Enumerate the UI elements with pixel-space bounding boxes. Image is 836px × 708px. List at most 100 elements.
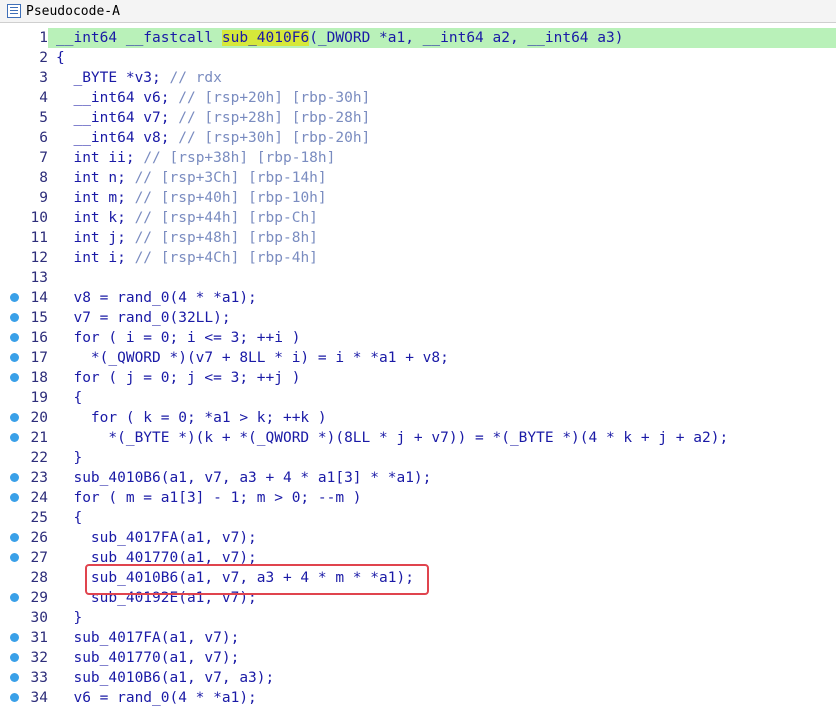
code-line[interactable]: 24 for ( m = a1[3] - 1; m > 0; --m ) — [0, 488, 836, 508]
code-text[interactable]: sub_4010B6(a1, v7, a3); — [56, 668, 274, 688]
code-line[interactable]: 1 __int64 __fastcall sub_4010F6(_DWORD *a… — [0, 28, 836, 48]
code-text[interactable]: sub_4017FA(a1, v7); — [56, 528, 257, 548]
code-statement: sub_4017FA(a1, v7); — [56, 630, 240, 646]
code-statement: __int64 v7; — [56, 110, 179, 126]
code-line[interactable]: 18 for ( j = 0; j <= 3; ++j ) — [0, 368, 836, 388]
code-line[interactable]: 3 _BYTE *v3; // rdx — [0, 68, 836, 88]
code-line[interactable]: 30 } — [0, 608, 836, 628]
code-comment: // [rsp+44h] [rbp-Ch] — [134, 210, 318, 226]
code-text[interactable]: __int64 v8; // [rsp+30h] [rbp-20h] — [56, 128, 370, 148]
code-comment: // [rsp+3Ch] [rbp-14h] — [134, 170, 327, 186]
line-number: 1 — [0, 28, 48, 48]
code-line[interactable]: 32 sub_401770(a1, v7); — [0, 648, 836, 668]
code-line[interactable]: 25 { — [0, 508, 836, 528]
code-comment: // [rsp+28h] [rbp-28h] — [178, 110, 371, 126]
code-line[interactable]: 14 v8 = rand_0(4 * *a1); — [0, 288, 836, 308]
code-text[interactable]: for ( i = 0; i <= 3; ++i ) — [56, 328, 300, 348]
code-statement: } — [56, 610, 83, 626]
code-text[interactable]: int k; // [rsp+44h] [rbp-Ch] — [56, 208, 318, 228]
code-statement: for ( m = a1[3] - 1; m > 0; --m ) — [56, 490, 362, 506]
code-comment: // rdx — [169, 70, 222, 86]
code-statement: sub_401770(a1, v7); — [56, 650, 240, 666]
line-number: 23 — [30, 470, 48, 486]
code-statement: { — [56, 50, 65, 66]
pseudocode-editor[interactable]: 1 __int64 __fastcall sub_4010F6(_DWORD *a… — [0, 28, 836, 708]
code-text[interactable]: for ( m = a1[3] - 1; m > 0; --m ) — [56, 488, 362, 508]
code-text[interactable]: int i; // [rsp+4Ch] [rbp-4h] — [56, 248, 317, 268]
code-text[interactable]: *(_QWORD *)(v7 + 8LL * i) = i * *a1 + v8… — [56, 348, 449, 368]
code-line[interactable]: 33 sub_4010B6(a1, v7, a3); — [0, 668, 836, 688]
code-text[interactable]: __int64 v6; // [rsp+20h] [rbp-30h] — [56, 88, 370, 108]
code-text[interactable]: v7 = rand_0(32LL); — [56, 308, 231, 328]
line-number: 5 — [39, 110, 48, 126]
line-number: 10 — [30, 210, 48, 226]
code-line[interactable]: 34 v6 = rand_0(4 * *a1); — [0, 688, 836, 708]
code-text[interactable]: } — [56, 448, 82, 468]
line-number: 6 — [39, 130, 48, 146]
window-titlebar: Pseudocode-A — [0, 0, 836, 23]
code-line[interactable]: 2{ — [0, 48, 836, 68]
code-line[interactable]: 13 — [0, 268, 836, 288]
code-line[interactable]: 16 for ( i = 0; i <= 3; ++i ) — [0, 328, 836, 348]
code-line[interactable]: 22 } — [0, 448, 836, 468]
code-text[interactable]: _BYTE *v3; // rdx — [56, 68, 222, 88]
code-statement: v6 = rand_0(4 * *a1); — [56, 690, 257, 706]
code-comment: // [rsp+48h] [rbp-8h] — [134, 230, 318, 246]
code-text[interactable]: int j; // [rsp+48h] [rbp-8h] — [56, 228, 318, 248]
code-text[interactable]: { — [56, 388, 82, 408]
code-comment: // [rsp+40h] [rbp-10h] — [134, 190, 327, 206]
line-number: 24 — [30, 490, 48, 506]
code-text[interactable]: int n; // [rsp+3Ch] [rbp-14h] — [56, 168, 327, 188]
code-text[interactable]: __int64 v7; // [rsp+28h] [rbp-28h] — [56, 108, 370, 128]
line-number: 14 — [30, 290, 48, 306]
code-line[interactable]: 5 __int64 v7; // [rsp+28h] [rbp-28h] — [0, 108, 836, 128]
code-text[interactable]: sub_401770(a1, v7); — [56, 648, 239, 668]
code-line[interactable]: 31 sub_4017FA(a1, v7); — [0, 628, 836, 648]
line-number: 28 — [30, 570, 48, 586]
code-line[interactable]: 8 int n; // [rsp+3Ch] [rbp-14h] — [0, 168, 836, 188]
code-statement: sub_4010B6(a1, v7, a3 + 4 * a1[3] * *a1)… — [56, 470, 432, 486]
window-title: Pseudocode-A — [26, 3, 120, 19]
code-text[interactable]: } — [56, 608, 82, 628]
code-line[interactable]: 7 int ii; // [rsp+38h] [rbp-18h] — [0, 148, 836, 168]
pseudocode-window-icon — [7, 4, 21, 18]
code-statement: sub_4010B6(a1, v7, a3); — [56, 670, 275, 686]
line-number: 20 — [30, 410, 48, 426]
code-statement: __int64 v8; — [56, 130, 179, 146]
code-text[interactable]: int ii; // [rsp+38h] [rbp-18h] — [56, 148, 335, 168]
code-line[interactable]: 17 *(_QWORD *)(v7 + 8LL * i) = i * *a1 +… — [0, 348, 836, 368]
line-number: 7 — [39, 150, 48, 166]
code-line[interactable]: 23 sub_4010B6(a1, v7, a3 + 4 * a1[3] * *… — [0, 468, 836, 488]
line-number: 8 — [39, 170, 48, 186]
code-text[interactable]: __int64 __fastcall sub_4010F6(_DWORD *a1… — [56, 28, 623, 48]
code-statement: *(_QWORD *)(v7 + 8LL * i) = i * *a1 + v8… — [56, 350, 449, 366]
code-line[interactable]: 11 int j; // [rsp+48h] [rbp-8h] — [0, 228, 836, 248]
code-text[interactable]: int m; // [rsp+40h] [rbp-10h] — [56, 188, 327, 208]
code-line[interactable]: 9 int m; // [rsp+40h] [rbp-10h] — [0, 188, 836, 208]
code-line[interactable]: 19 { — [0, 388, 836, 408]
code-text[interactable]: for ( k = 0; *a1 > k; ++k ) — [56, 408, 327, 428]
code-line[interactable]: 15 v7 = rand_0(32LL); — [0, 308, 836, 328]
code-text[interactable]: v8 = rand_0(4 * *a1); — [56, 288, 257, 308]
code-statement: __int64 v6; — [56, 90, 179, 106]
code-line[interactable]: 4 __int64 v6; // [rsp+20h] [rbp-30h] — [0, 88, 836, 108]
line-number: 11 — [30, 230, 48, 246]
code-text[interactable]: v6 = rand_0(4 * *a1); — [56, 688, 257, 708]
line-number: 26 — [30, 530, 48, 546]
code-text[interactable]: sub_4010B6(a1, v7, a3 + 4 * a1[3] * *a1)… — [56, 468, 431, 488]
code-line[interactable]: 20 for ( k = 0; *a1 > k; ++k ) — [0, 408, 836, 428]
code-line[interactable]: 10 int k; // [rsp+44h] [rbp-Ch] — [0, 208, 836, 228]
code-statement: v7 = rand_0(32LL); — [56, 310, 231, 326]
code-statement: v8 = rand_0(4 * *a1); — [56, 290, 257, 306]
code-text[interactable]: { — [56, 48, 65, 68]
code-text[interactable]: sub_4017FA(a1, v7); — [56, 628, 239, 648]
code-line[interactable]: 26 sub_4017FA(a1, v7); — [0, 528, 836, 548]
code-line[interactable]: 6 __int64 v8; // [rsp+30h] [rbp-20h] — [0, 128, 836, 148]
code-line[interactable]: 12 int i; // [rsp+4Ch] [rbp-4h] — [0, 248, 836, 268]
code-text[interactable]: for ( j = 0; j <= 3; ++j ) — [56, 368, 300, 388]
function-name-highlight[interactable]: sub_4010F6 — [221, 30, 310, 46]
code-fragment: __int64 __fastcall — [56, 30, 222, 46]
code-text[interactable]: *(_BYTE *)(k + *(_QWORD *)(8LL * j + v7)… — [56, 428, 728, 448]
code-line[interactable]: 21 *(_BYTE *)(k + *(_QWORD *)(8LL * j + … — [0, 428, 836, 448]
code-text[interactable]: { — [56, 508, 82, 528]
